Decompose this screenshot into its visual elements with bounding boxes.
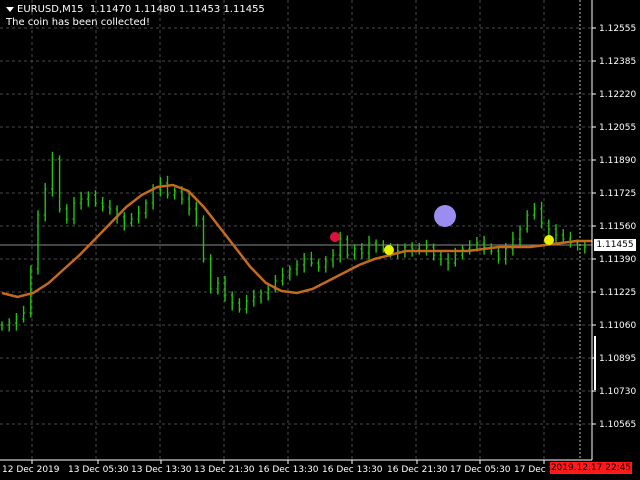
coin — [384, 245, 394, 255]
price-tick-label: 1.11890 — [599, 156, 636, 166]
player-ball — [434, 205, 456, 227]
price-tick-label: 1.12555 — [599, 24, 636, 34]
time-tick-label: 16 Dec 13:30 — [258, 465, 319, 475]
ohlc-values: 1.11470 1.11480 1.11453 1.11455 — [89, 4, 265, 15]
time-tick-label: 17 Dec 1 — [514, 465, 554, 475]
time-tick-label: 13 Dec 05:30 — [68, 465, 129, 475]
price-tick-label: 1.11560 — [599, 222, 636, 232]
price-tick-label: 1.12385 — [599, 57, 636, 67]
time-tick-label: 16 Dec 13:30 — [322, 465, 383, 475]
symbol-label: EURUSD,M15 — [17, 4, 84, 15]
coin — [544, 235, 554, 245]
price-tick-label: 1.10730 — [599, 387, 636, 397]
price-tick-label: 1.10565 — [599, 420, 636, 430]
price-tick-label: 1.11225 — [599, 288, 636, 298]
time-tick-label: 16 Dec 21:30 — [387, 465, 448, 475]
status-message: The coin has been collected! — [6, 17, 150, 28]
price-tick-label: 1.12055 — [599, 123, 636, 133]
dropdown-triangle-icon[interactable] — [6, 6, 14, 12]
price-tick-label: 1.10895 — [599, 354, 636, 364]
time-tick-label: 12 Dec 2019 — [2, 465, 60, 475]
current-price-tag: 1.11455 — [594, 239, 636, 251]
price-tick-label: 1.11725 — [599, 189, 636, 199]
price-tick-label: 1.11060 — [599, 321, 636, 331]
coin — [330, 232, 340, 242]
price-tick-label: 1.12220 — [599, 90, 636, 100]
time-tick-label: 17 Dec 05:30 — [450, 465, 511, 475]
time-tick-label: 13 Dec 13:30 — [131, 465, 192, 475]
time-tick-label: 13 Dec 21:30 — [194, 465, 255, 475]
price-tick-label: 1.11390 — [599, 255, 636, 265]
price-chart[interactable]: 1.12555 1.12385 1.12220 1.12055 1.11890 1.117… — [0, 0, 640, 480]
chart-header[interactable]: EURUSD,M15 1.11470 1.11480 1.11453 1.114… — [6, 4, 265, 15]
current-time-tag: 2019.12.17 22:45 — [550, 462, 632, 474]
